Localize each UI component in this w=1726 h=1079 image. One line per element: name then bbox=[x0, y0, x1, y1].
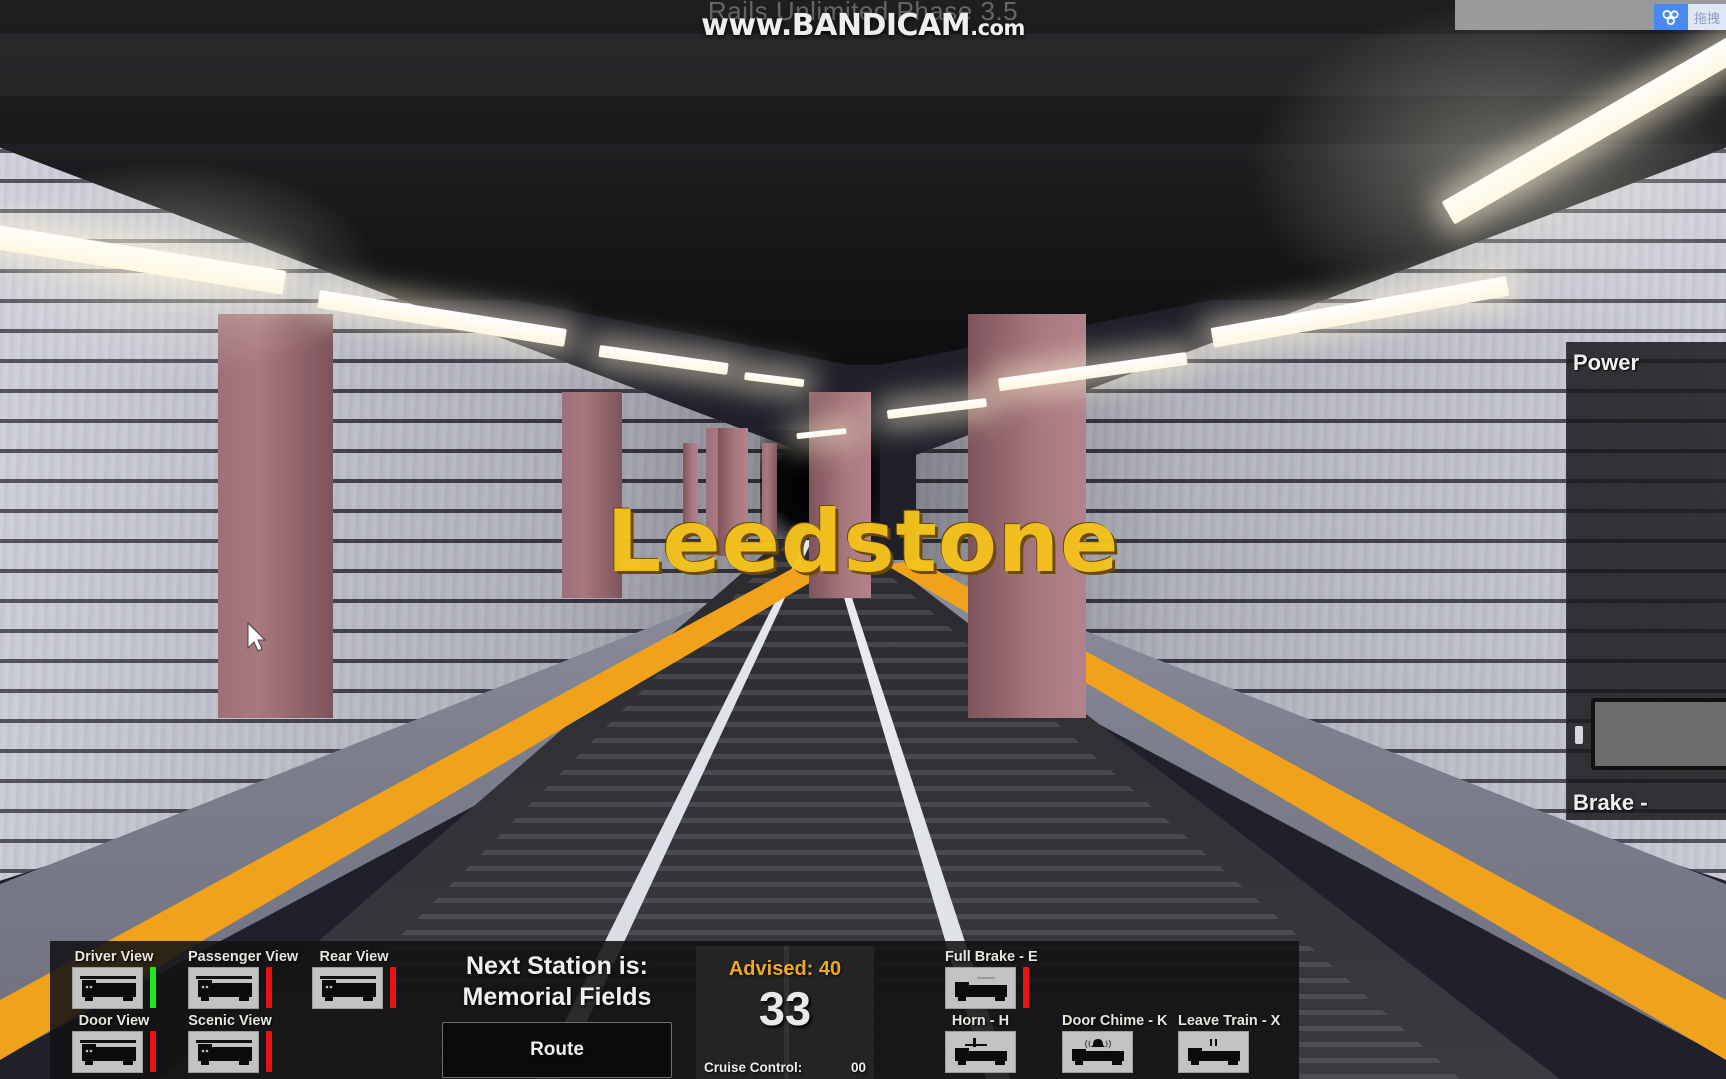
control-button-door-chime[interactable]: Door Chime - K bbox=[1062, 1013, 1168, 1073]
train-side-icon[interactable] bbox=[188, 1031, 259, 1073]
camera-status-indicator bbox=[266, 1031, 272, 1072]
ceiling-light-left-3 bbox=[598, 345, 729, 375]
power-label: Power bbox=[1573, 350, 1640, 375]
control-button-label: Leave Train - X bbox=[1178, 1013, 1281, 1029]
control-button-label: Full Brake - E bbox=[945, 949, 1038, 965]
throttle-track[interactable] bbox=[1567, 388, 1726, 772]
train-side-icon[interactable] bbox=[188, 967, 259, 1009]
control-button-full-brake[interactable]: Full Brake - E bbox=[945, 949, 1038, 1009]
camera-status-indicator bbox=[150, 967, 156, 1008]
three-circles-logo-icon bbox=[1653, 4, 1688, 30]
camera-button-label: Scenic View bbox=[188, 1013, 272, 1029]
camera-button-scenic-view[interactable]: Scenic View bbox=[188, 1013, 272, 1073]
throttle-knob[interactable] bbox=[1591, 698, 1726, 770]
camera-button-door-view[interactable]: Door View bbox=[72, 1013, 156, 1073]
train-side-icon[interactable] bbox=[312, 967, 383, 1009]
camera-button-label: Rear View bbox=[319, 949, 389, 965]
camera-button-rear-view[interactable]: Rear View bbox=[312, 949, 396, 1009]
throttle-tick-marker bbox=[1575, 726, 1583, 744]
bandicam-main-text: www.BANDICAM bbox=[701, 8, 971, 43]
brake-status-indicator bbox=[1023, 967, 1029, 1008]
cruise-control-value: 00 bbox=[850, 1060, 866, 1075]
route-button[interactable]: Route bbox=[442, 1022, 672, 1078]
brake-label: Brake - bbox=[1573, 790, 1648, 815]
ceiling-beam bbox=[0, 96, 1726, 144]
corner-badge[interactable]: 拖拽 bbox=[1653, 4, 1726, 30]
train-horn-icon[interactable] bbox=[945, 1031, 1016, 1073]
camera-status-indicator bbox=[266, 967, 272, 1008]
bandicam-suffix-text: .com bbox=[970, 16, 1025, 40]
next-station-label: Next Station is: bbox=[466, 952, 648, 980]
train-chime-icon[interactable] bbox=[1062, 1031, 1133, 1073]
control-button-horn[interactable]: Horn - H bbox=[945, 1013, 1016, 1073]
cruise-control-row: Cruise Control: 00 bbox=[696, 1060, 874, 1075]
corner-badge-label: 拖拽 bbox=[1687, 4, 1726, 30]
throttle-panel[interactable]: Power Brake - bbox=[1566, 342, 1726, 820]
bottom-hud: Driver View Passenger View Rear View Doo… bbox=[50, 941, 1299, 1079]
train-brake-icon[interactable] bbox=[945, 967, 1016, 1009]
camera-button-label: Driver View bbox=[74, 949, 154, 965]
control-button-leave-train[interactable]: Leave Train - X bbox=[1178, 1013, 1280, 1073]
train-leave-icon[interactable] bbox=[1178, 1031, 1249, 1073]
subway-station-scene: Leedstone bbox=[0, 0, 1726, 1079]
cruise-control-label: Cruise Control: bbox=[704, 1060, 803, 1075]
camera-status-indicator bbox=[390, 967, 396, 1008]
train-side-icon[interactable] bbox=[72, 1031, 143, 1073]
ceiling-light-left-4 bbox=[744, 372, 805, 388]
camera-button-passenger-view[interactable]: Passenger View bbox=[188, 949, 298, 1009]
control-button-label: Horn - H bbox=[951, 1013, 1010, 1029]
camera-button-label: Passenger View bbox=[188, 949, 299, 965]
next-station-info: Next Station is: Memorial Fields Route bbox=[412, 951, 702, 1078]
game-screen: Leedstone Rails Unlimited Phase 3.5 www.… bbox=[0, 0, 1726, 1079]
next-station-name: Memorial Fields bbox=[462, 983, 652, 1011]
speed-panel: Advised: 40 33 Cruise Control: 00 bbox=[696, 946, 874, 1079]
control-button-label: Door Chime - K bbox=[1062, 1013, 1168, 1029]
train-side-icon[interactable] bbox=[72, 967, 143, 1009]
camera-status-indicator bbox=[150, 1031, 156, 1072]
camera-button-label: Door View bbox=[78, 1013, 150, 1029]
mouse-pointer-icon bbox=[246, 621, 268, 657]
station-sign-text: Leedstone bbox=[606, 492, 1120, 592]
camera-button-driver-view[interactable]: Driver View bbox=[72, 949, 156, 1009]
